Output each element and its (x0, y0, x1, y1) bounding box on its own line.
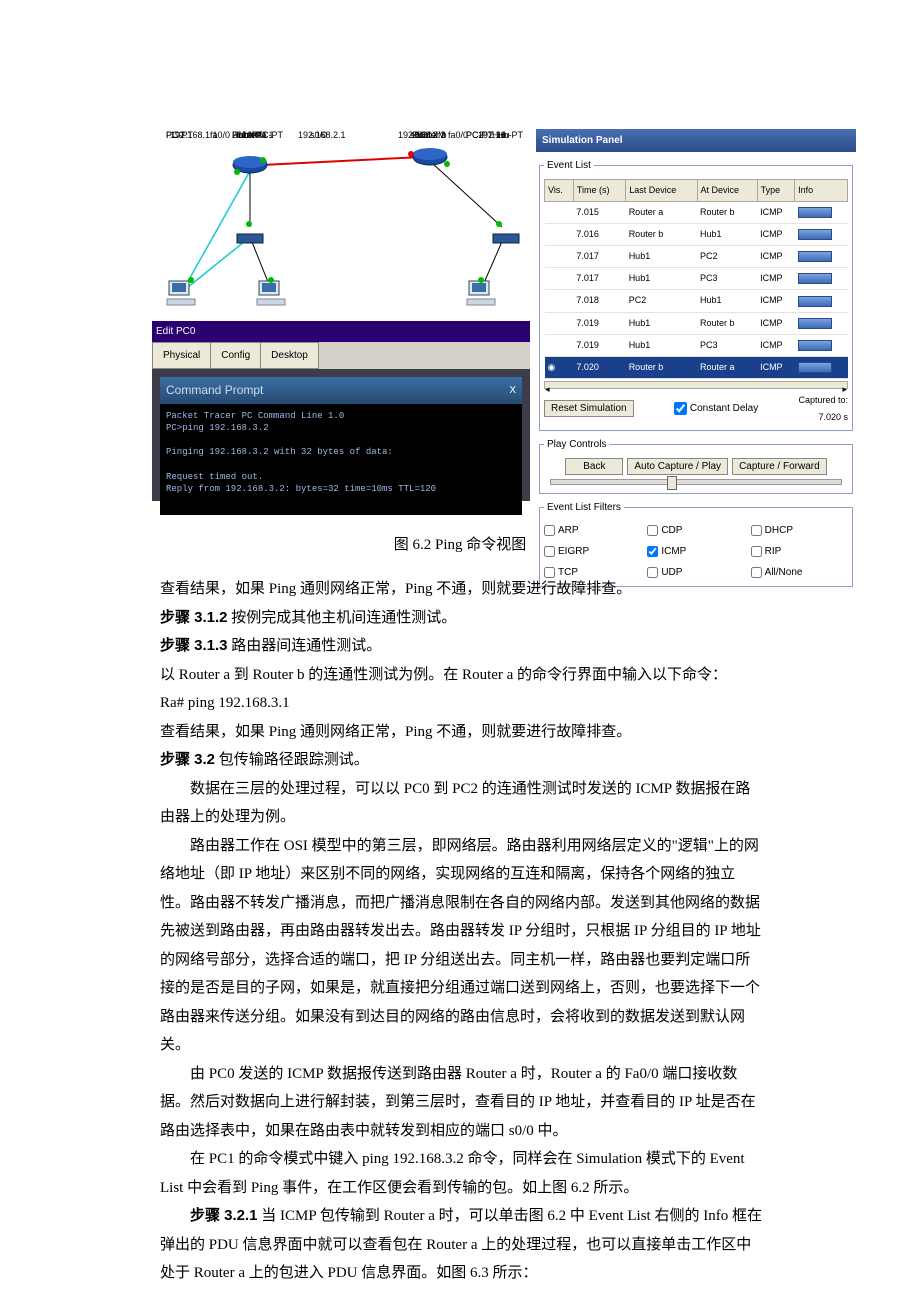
hub0-icon[interactable] (236, 227, 264, 256)
info-box[interactable] (798, 273, 832, 284)
para: 步骤 3.2.1 当 ICMP 包传输到 Router a 时，可以单击图 6.… (160, 1202, 764, 1288)
pc2-icon[interactable] (466, 279, 496, 318)
simulation-panel: Simulation Panel Event List Vis. Time (s… (536, 129, 856, 591)
table-row[interactable]: 7.018PC2Hub1ICMP (545, 290, 848, 312)
device-label: PC1 (256, 127, 274, 144)
table-row[interactable]: 7.019Hub1Router bICMP (545, 312, 848, 334)
event-list-table: Vis. Time (s) Last Device At Device Type… (544, 179, 848, 379)
tab-config[interactable]: Config (210, 342, 261, 369)
info-box[interactable] (798, 207, 832, 218)
para: 数据在三层的处理过程，可以以 PC0 到 PC2 的连通性测试时发送的 ICMP… (160, 775, 764, 832)
scrollbar[interactable]: ◂ ▸ (544, 381, 848, 389)
device-label: Hu (498, 127, 510, 144)
col-last[interactable]: Last Device (626, 180, 697, 202)
event-list-group: Event List Vis. Time (s) Last Device At … (539, 156, 853, 431)
info-box[interactable] (798, 296, 832, 307)
close-icon[interactable]: X (509, 381, 516, 400)
speed-slider[interactable] (550, 479, 842, 485)
col-at[interactable]: At Device (697, 180, 757, 202)
info-box[interactable] (798, 229, 832, 240)
col-vis[interactable]: Vis. (545, 180, 574, 202)
port-dot (478, 277, 484, 283)
info-box[interactable] (798, 251, 832, 262)
figure-6-2: 192.168.2.1 s0/0 192.168.2.2 s0/0 fa0/0 … (152, 127, 852, 504)
hub1-icon[interactable] (492, 227, 520, 256)
figure-caption: 图 6.2 Ping 命令视图 (0, 531, 920, 560)
device-label: PC2 (466, 127, 484, 144)
play-controls-group: Play Controls Back Auto Capture / Play C… (539, 435, 853, 494)
tab-physical[interactable]: Physical (152, 342, 211, 369)
router-b-icon[interactable] (412, 147, 448, 178)
port-label: s0/0 (310, 127, 327, 144)
auto-capture-button[interactable]: Auto Capture / Play (627, 458, 728, 475)
info-box[interactable] (798, 318, 832, 329)
port-dot (268, 277, 274, 283)
para: 查看结果，如果 Ping 通则网络正常，Ping 不通，则就要进行故障排查。 (160, 575, 764, 604)
para: 由 PC0 发送的 ICMP 数据报传送到路由器 Router a 时，Rout… (160, 1060, 764, 1146)
console-output[interactable]: Packet Tracer PC Command Line 1.0 PC>pin… (160, 404, 522, 501)
pc1-icon[interactable] (256, 279, 286, 318)
para: 查看结果，如果 Ping 通则网络正常，Ping 不通，则就要进行故障排查。 (160, 718, 764, 747)
device-label: Router b (412, 127, 447, 144)
reset-simulation-button[interactable]: Reset Simulation (544, 400, 634, 417)
captured-to: Captured to: 7.020 s (798, 392, 848, 426)
col-info[interactable]: Info (795, 180, 848, 202)
col-time[interactable]: Time (s) (573, 180, 625, 202)
table-row[interactable]: 7.017Hub1PC3ICMP (545, 268, 848, 290)
window-title: Edit PC0 (152, 321, 530, 342)
info-box[interactable] (798, 362, 832, 373)
capture-forward-button[interactable]: Capture / Forward (732, 458, 827, 475)
network-topology: 192.168.2.1 s0/0 192.168.2.2 s0/0 fa0/0 … (152, 127, 530, 337)
console-title-text: Command Prompt (166, 379, 263, 402)
port-dot (234, 169, 240, 175)
slider-thumb[interactable] (667, 476, 677, 490)
event-list-legend: Event List (544, 156, 594, 175)
filters-legend: Event List Filters (544, 498, 624, 517)
filter-all[interactable]: All/None (751, 563, 848, 582)
info-box[interactable] (798, 340, 832, 351)
para: 步骤 3.1.2 按例完成其他主机间连通性测试。 (160, 604, 764, 633)
tab-desktop[interactable]: Desktop (260, 342, 319, 369)
console-titlebar: Command Prompt X (160, 377, 522, 404)
col-type[interactable]: Type (757, 180, 795, 202)
para: 以 Router a 到 Router b 的连通性测试为例。在 Router … (160, 661, 764, 690)
command-prompt: Command Prompt X Packet Tracer PC Comman… (160, 377, 522, 515)
port-dot (246, 221, 252, 227)
port-dot (260, 157, 266, 163)
table-row[interactable]: 7.017Hub1PC2ICMP (545, 246, 848, 268)
para: 步骤 3.1.3 路由器间连通性测试。 (160, 632, 764, 661)
para: 步骤 3.2 包传输路径跟踪测试。 (160, 746, 764, 775)
para: 路由器工作在 OSI 模型中的第三层，即网络层。路由器利用网络层定义的"逻辑"上… (160, 832, 764, 1060)
port-dot (188, 277, 194, 283)
para: 在 PC1 的命令模式中键入 ping 192.168.3.2 命令，同样会在 … (160, 1145, 764, 1202)
panel-title: Simulation Panel (536, 129, 856, 152)
tab-bar: Physical Config Desktop (152, 342, 530, 369)
body-text: 查看结果，如果 Ping 通则网络正常，Ping 不通，则就要进行故障排查。 步… (160, 575, 764, 1288)
constant-delay-checkbox[interactable]: Constant Delay (674, 399, 758, 418)
para: Ra# ping 192.168.3.1 (160, 689, 764, 718)
table-row[interactable]: 7.016Router bHub1ICMP (545, 224, 848, 246)
table-row[interactable]: 7.015Router aRouter bICMP (545, 202, 848, 224)
edit-pc0-window: Edit PC0 Physical Config Desktop Command… (152, 321, 530, 501)
play-legend: Play Controls (544, 435, 609, 454)
port-dot (408, 151, 414, 157)
back-button[interactable]: Back (565, 458, 623, 475)
table-row[interactable]: 7.019Hub1PC3ICMP (545, 334, 848, 356)
port-dot (496, 221, 502, 227)
table-row[interactable]: ◉7.020Router bRouter aICMP (545, 356, 848, 378)
port-dot (444, 161, 450, 167)
pc0-icon[interactable] (166, 279, 196, 318)
device-label: PC0 (166, 127, 184, 144)
